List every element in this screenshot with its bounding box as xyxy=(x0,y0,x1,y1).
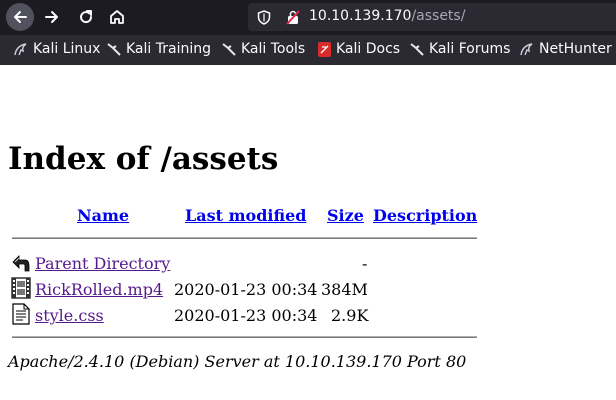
column-header-name[interactable]: Name xyxy=(77,206,129,225)
home-icon xyxy=(110,10,124,24)
reload-icon xyxy=(80,10,93,24)
reload-button[interactable] xyxy=(72,3,100,31)
bookmark-label: NetHunter xyxy=(539,41,612,57)
bookmark-nethunter[interactable]: NetHunter xyxy=(520,41,612,57)
kali-dragon-icon xyxy=(14,41,28,57)
bookmark-label: Kali Tools xyxy=(241,41,306,57)
text-file-icon xyxy=(12,303,30,325)
file-link-rickrolled-mp4[interactable]: RickRolled.mp4 xyxy=(35,280,163,299)
kali-docs-icon xyxy=(318,41,331,57)
back-arrow-icon xyxy=(14,11,27,23)
back-arrow-icon xyxy=(12,255,30,272)
column-header-last-modified[interactable]: Last modified xyxy=(185,206,306,225)
sort-by-modified-link[interactable]: Last modified xyxy=(185,206,306,225)
sort-by-name-link[interactable]: Name xyxy=(77,206,129,225)
server-signature: Apache/2.4.10 (Debian) Server at 10.10.1… xyxy=(8,352,467,371)
tracking-shield-icon[interactable] xyxy=(257,10,271,25)
insecure-lock-icon[interactable] xyxy=(286,10,300,25)
file-size: 384M xyxy=(321,280,368,299)
file-size: - xyxy=(362,254,368,273)
url-path: /assets/ xyxy=(411,8,466,24)
film-icon xyxy=(11,277,31,299)
file-modified: 2020-01-23 00:34 xyxy=(174,306,318,325)
header-divider xyxy=(12,237,477,239)
sort-by-size-link[interactable]: Size xyxy=(327,206,364,225)
forward-arrow-icon xyxy=(45,11,58,23)
kali-dragon-icon xyxy=(107,41,121,57)
page-title: Index of /assets xyxy=(8,141,279,177)
column-header-description[interactable]: Description xyxy=(373,206,477,225)
browser-toolbar: 10.10.139.170/assets/ xyxy=(0,0,616,35)
bookmark-label: Kali Forums xyxy=(429,41,511,57)
url-host: 10.10.139.170 xyxy=(309,8,412,24)
home-button[interactable] xyxy=(103,3,131,31)
kali-dragon-icon xyxy=(222,41,236,57)
footer-divider xyxy=(12,336,477,338)
bookmark-kali-forums[interactable]: Kali Forums xyxy=(410,41,510,57)
bookmark-kali-linux[interactable]: Kali Linux xyxy=(14,41,100,57)
kali-dragon-icon xyxy=(410,41,424,57)
bookmark-kali-tools[interactable]: Kali Tools xyxy=(222,41,305,57)
file-link-parent-directory[interactable]: Parent Directory xyxy=(35,254,170,273)
nethunter-icon xyxy=(520,41,534,57)
file-size: 2.9K xyxy=(331,306,369,325)
bookmarks-toolbar: Kali Linux Kali Training Kali Tools Kali… xyxy=(0,35,616,65)
bookmark-kali-docs[interactable]: Kali Docs xyxy=(318,41,400,57)
bookmark-kali-training[interactable]: Kali Training xyxy=(107,41,211,57)
sort-by-description-link[interactable]: Description xyxy=(373,206,477,225)
forward-button[interactable] xyxy=(38,3,66,31)
back-button[interactable] xyxy=(6,3,34,31)
bookmark-label: Kali Training xyxy=(126,41,211,57)
file-link-style-css[interactable]: style.css xyxy=(35,306,104,325)
bookmark-label: Kali Docs xyxy=(336,41,401,57)
url-text[interactable]: 10.10.139.170/assets/ xyxy=(309,8,465,24)
file-modified: 2020-01-23 00:34 xyxy=(174,280,318,299)
address-bar[interactable]: 10.10.139.170/assets/ xyxy=(248,3,616,31)
column-header-size[interactable]: Size xyxy=(327,206,364,225)
bookmark-label: Kali Linux xyxy=(33,41,101,57)
